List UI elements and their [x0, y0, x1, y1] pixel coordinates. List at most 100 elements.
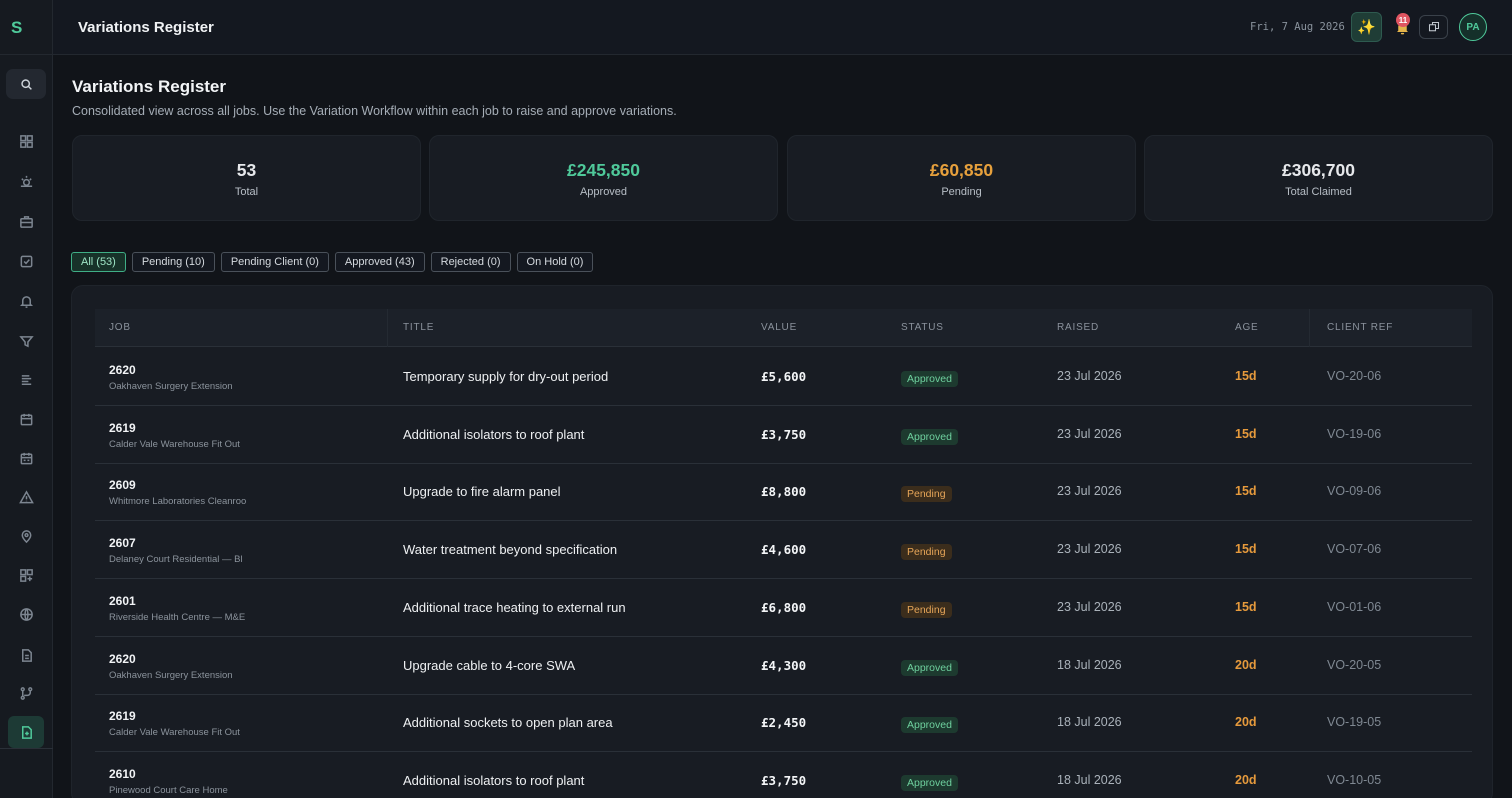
- variation-title[interactable]: Temporary supply for dry-out period: [403, 369, 608, 384]
- stat-card-pending: £60,850 Pending: [787, 135, 1136, 221]
- client-ref: VO-20-06: [1327, 369, 1382, 383]
- table-row[interactable]: 2607 Delaney Court Residential — Bl Water …: [95, 521, 1472, 580]
- filter-rejected[interactable]: Rejected (0): [430, 252, 511, 272]
- search-icon: [20, 78, 32, 90]
- variation-title[interactable]: Additional isolators to roof plant: [403, 427, 584, 442]
- windows-icon: [1428, 21, 1439, 32]
- variations-table: JOB TITLE VALUE STATUS RAISED AGE CLIENT…: [71, 285, 1493, 798]
- client-ref: VO-07-06: [1327, 542, 1382, 557]
- sidebar-item-filter[interactable]: [14, 329, 38, 353]
- raised-date: 23 Jul 2026: [1057, 426, 1122, 441]
- job-number[interactable]: 2610: [109, 767, 136, 781]
- sidebar-item-warnings[interactable]: [14, 485, 38, 509]
- column-header-title[interactable]: TITLE: [403, 322, 434, 333]
- stat-card-approved: £245,850 Approved: [429, 135, 778, 221]
- table-row[interactable]: 2601 Riverside Health Centre — M&E Additio…: [95, 579, 1472, 637]
- stat-label: Pending: [941, 186, 982, 198]
- table-row[interactable]: 2619 Calder Vale Warehouse Fit Out Additio…: [95, 694, 1472, 753]
- age-value: 15d: [1235, 369, 1257, 383]
- client-ref: VO-19-05: [1327, 715, 1382, 730]
- job-name: Calder Vale Warehouse Fit Out: [109, 727, 240, 739]
- variation-title[interactable]: Upgrade to fire alarm panel: [403, 484, 561, 499]
- sidebar-item-jobs[interactable]: [14, 209, 38, 233]
- status-cell: Pending: [901, 542, 952, 561]
- table-row[interactable]: 2620 Oakhaven Surgery Extension Temporary …: [95, 348, 1472, 406]
- raised-date: 18 Jul 2026: [1057, 657, 1122, 672]
- job-number[interactable]: 2609: [109, 478, 136, 492]
- status-cell: Approved: [901, 773, 958, 791]
- table-row[interactable]: 2619 Calder Vale Warehouse Fit Out Additio…: [95, 406, 1472, 464]
- column-header-job[interactable]: JOB: [109, 322, 131, 333]
- sparkles-icon: ✨: [1357, 19, 1376, 36]
- sidebar-item-calendar[interactable]: [14, 407, 38, 431]
- header-title: Variations Register: [78, 19, 214, 36]
- table-header: JOB TITLE VALUE STATUS RAISED AGE CLIENT…: [95, 309, 1472, 347]
- column-header-age[interactable]: AGE: [1235, 322, 1259, 333]
- sidebar-item-reports[interactable]: [14, 368, 38, 392]
- status-cell: Approved: [901, 369, 958, 387]
- filter-pending[interactable]: Pending (10): [131, 252, 215, 272]
- variation-value: £2,450: [761, 715, 807, 731]
- filter-pending-client[interactable]: Pending Client (0): [220, 252, 329, 272]
- job-number[interactable]: 2620: [109, 363, 136, 377]
- client-ref: VO-01-06: [1327, 599, 1382, 614]
- variation-value: £3,750: [761, 772, 807, 788]
- column-header-client-ref[interactable]: CLIENT REF: [1327, 322, 1393, 333]
- job-number[interactable]: 2607: [109, 536, 136, 550]
- filter-all[interactable]: All (53): [71, 252, 126, 272]
- status-cell: Approved: [901, 658, 958, 676]
- sidebar-item-tasks[interactable]: [14, 249, 38, 273]
- stat-value: 53: [236, 160, 257, 180]
- variation-title[interactable]: Upgrade cable to 4-core SWA: [403, 658, 575, 673]
- job-number[interactable]: 2620: [109, 652, 136, 666]
- client-ref: VO-09-06: [1327, 484, 1382, 499]
- variation-value: £4,600: [761, 542, 807, 558]
- sidebar-item-variations[interactable]: [14, 720, 38, 744]
- sidebar-item-dashboard[interactable]: [14, 129, 38, 153]
- age-value: 20d: [1235, 657, 1257, 672]
- job-number[interactable]: 2619: [109, 709, 136, 723]
- window-switch-button[interactable]: [1419, 15, 1448, 39]
- column-header-raised[interactable]: RAISED: [1057, 322, 1099, 333]
- sidebar-item-locations[interactable]: [14, 524, 38, 548]
- job-name: Pinewood Court Care Home: [109, 784, 228, 796]
- sidebar-item-alerts[interactable]: [14, 289, 38, 313]
- page-subtitle: Consolidated view across all jobs. Use t…: [72, 104, 677, 118]
- sidebar-item-documents[interactable]: [14, 643, 38, 667]
- variation-value: £5,600: [761, 369, 807, 384]
- job-number[interactable]: 2601: [109, 594, 136, 608]
- variation-title[interactable]: Additional trace heating to external run: [403, 600, 626, 615]
- column-header-status[interactable]: STATUS: [901, 322, 944, 333]
- column-header-value[interactable]: VALUE: [761, 322, 797, 333]
- variation-title[interactable]: Additional isolators to roof plant: [403, 773, 584, 788]
- filter-on-hold[interactable]: On Hold (0): [516, 252, 594, 272]
- ai-assistant-button[interactable]: ✨: [1351, 12, 1382, 42]
- sun-icon: [20, 175, 32, 187]
- status-cell: Approved: [901, 715, 958, 734]
- sidebar-item-schedule[interactable]: [14, 446, 38, 470]
- table-row[interactable]: 2609 Whitmore Laboratories Cleanroo Upgrad…: [95, 463, 1472, 522]
- job-number[interactable]: 2619: [109, 421, 136, 435]
- filter-approved[interactable]: Approved (43): [334, 252, 425, 272]
- raised-date: 18 Jul 2026: [1057, 715, 1122, 730]
- status-cell: Approved: [901, 427, 958, 445]
- stat-value: £306,700: [1282, 160, 1355, 180]
- sidebar-search-button[interactable]: [6, 69, 46, 99]
- app-logo[interactable]: S: [11, 18, 22, 38]
- status-badge: Approved: [901, 717, 958, 734]
- sidebar-item-modules[interactable]: [14, 563, 38, 587]
- stat-label: Approved: [579, 186, 628, 198]
- status-cell: Pending: [901, 484, 952, 503]
- client-ref: VO-19-06: [1327, 426, 1382, 441]
- sidebar-item-web[interactable]: [14, 602, 38, 626]
- sidebar-item-workflow[interactable]: [14, 681, 38, 705]
- variation-title[interactable]: Additional sockets to open plan area: [403, 715, 613, 730]
- job-name: Oakhaven Surgery Extension: [109, 669, 233, 681]
- dashboard-icon: [19, 134, 33, 148]
- sidebar-item-sun[interactable]: [14, 169, 38, 193]
- user-avatar[interactable]: PA: [1459, 13, 1487, 41]
- status-badge: Pending: [901, 544, 952, 561]
- variation-title[interactable]: Water treatment beyond specification: [403, 542, 617, 557]
- table-row[interactable]: 2610 Pinewood Court Care Home Additional i…: [95, 752, 1472, 798]
- table-row[interactable]: 2620 Oakhaven Surgery Extension Upgrade ca…: [95, 637, 1472, 695]
